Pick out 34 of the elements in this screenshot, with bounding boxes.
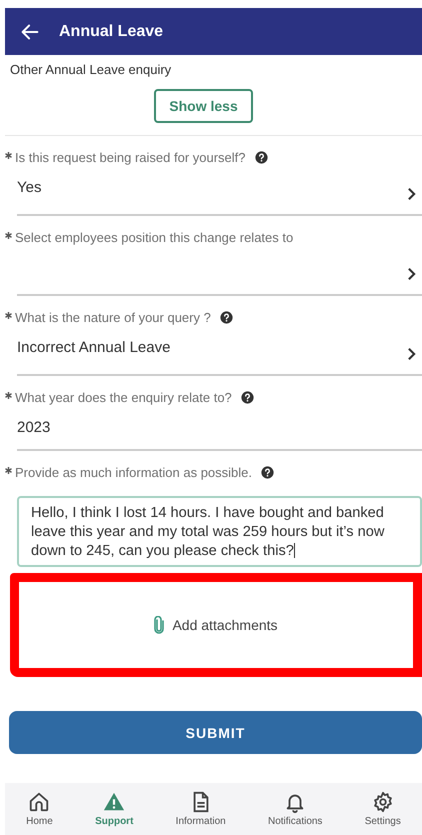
show-less-button[interactable]: Show less	[154, 89, 253, 123]
field-label: What is the nature of your query ?	[15, 310, 211, 325]
field-label: Is this request being raised for yourself?	[15, 150, 246, 165]
required-icon	[5, 465, 12, 474]
screen-title: Annual Leave	[59, 22, 164, 40]
help-icon[interactable]	[220, 311, 233, 324]
chevron-right-icon	[407, 187, 416, 201]
warning-icon	[103, 791, 126, 813]
required-icon	[5, 310, 12, 319]
settings-icon	[372, 791, 394, 813]
nav-tab[interactable]: Home	[26, 791, 53, 827]
help-icon[interactable]	[240, 391, 254, 404]
help-icon[interactable]	[261, 466, 274, 479]
select-field[interactable]: Yes	[17, 179, 422, 216]
nav-tab[interactable]: Support	[95, 791, 134, 827]
text-area[interactable]: Hello, I think I lost 14 hours. I have bought and banked leave this year and my total was 259 hours but it’s now down to 245, can you please check this?	[17, 496, 422, 567]
nav-tab[interactable]: Settings	[364, 791, 401, 827]
required-icon	[5, 150, 12, 159]
year-field[interactable]: 2023	[17, 419, 422, 451]
home-icon	[28, 791, 50, 813]
select-field[interactable]: Incorrect Annual Leave	[17, 339, 422, 376]
submit-button[interactable]: SUBMIT	[9, 711, 422, 754]
required-icon	[5, 230, 12, 239]
help-icon[interactable]	[254, 151, 268, 164]
paperclip-icon	[154, 616, 164, 634]
nav-tab[interactable]: Notifications	[268, 791, 322, 827]
field-label: Provide as much information as possible.	[15, 465, 252, 480]
nav-tab[interactable]: Information	[176, 791, 226, 827]
required-icon	[5, 390, 12, 399]
request-type: Other Annual Leave enquiry	[9, 61, 172, 77]
field-label: What year does the enquiry relate to?	[15, 390, 232, 405]
chevron-right-icon	[407, 267, 416, 281]
chevron-right-icon	[407, 347, 416, 361]
field-label: Select employees position this change relates to	[15, 230, 294, 245]
